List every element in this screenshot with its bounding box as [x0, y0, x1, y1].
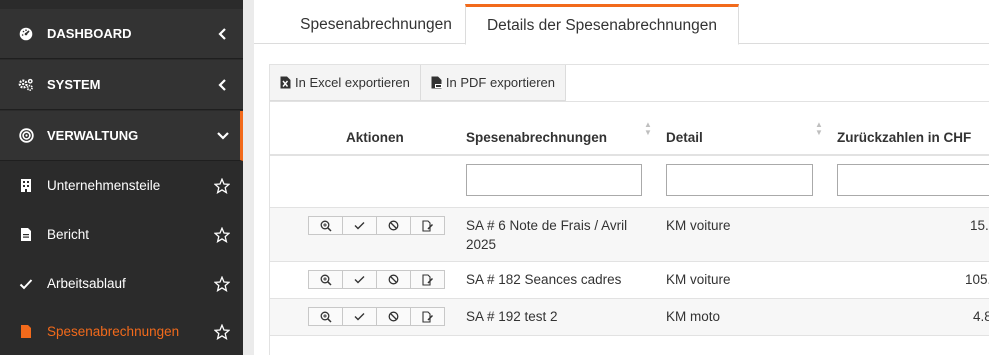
row-actions — [308, 270, 445, 289]
main-content: Spesenabrechnungen Details der Spesenabr… — [243, 0, 989, 355]
check-icon[interactable] — [342, 307, 377, 326]
sidebar-item-label: SYSTEM — [47, 77, 101, 92]
export-pdf-label: In PDF exportieren — [445, 75, 556, 90]
star-icon[interactable] — [214, 177, 230, 194]
sort-icon[interactable]: ▲ ▼ — [814, 121, 824, 137]
table-header: Aktionen Spesenabrechnungen ▲ ▼ Detail ▲ ▼… — [270, 101, 989, 156]
sidebar-item-arbeitsablauf[interactable]: Arbeitsablauf — [0, 259, 243, 309]
table-row: SA # 6 Note de Frais / Avril 2025 KM voi… — [270, 208, 989, 262]
export-pdf-button[interactable]: In PDF exportieren — [420, 65, 567, 101]
filter-row — [270, 156, 989, 208]
sidebar: DASHBOARD SYSTEM VERWALTUNG Unternehmens… — [0, 0, 243, 355]
sidebar-item-label: Spesenabrechnungen — [47, 324, 180, 339]
report-cell: SA # 6 Note de Frais / Avril 2025 — [466, 218, 628, 252]
sidebar-item-bericht[interactable]: Bericht — [0, 210, 243, 260]
detail-cell: KM voiture — [666, 272, 731, 287]
sidebar-item-verwaltung[interactable]: VERWALTUNG — [0, 111, 243, 161]
ban-icon[interactable] — [376, 307, 411, 326]
edit-document-icon[interactable] — [410, 270, 445, 289]
sidebar-item-label: Unternehmensteile — [47, 178, 161, 193]
table-row: SA # 182 Seances cadres KM voiture 105.0 — [270, 262, 989, 299]
gears-icon — [18, 77, 34, 93]
excel-file-icon — [280, 76, 291, 89]
row-actions — [308, 216, 445, 235]
check-icon[interactable] — [342, 216, 377, 235]
sidebar-item-label: Bericht — [47, 227, 90, 242]
data-table: In Excel exportieren In PDF exportieren … — [269, 64, 989, 355]
column-header-detail[interactable]: Detail — [666, 130, 703, 145]
check-icon — [18, 276, 34, 292]
filter-spesenabrechnungen-input[interactable] — [466, 164, 642, 196]
edit-document-icon[interactable] — [410, 307, 445, 326]
document-icon — [18, 227, 34, 243]
amount-cell: 15.4 — [970, 218, 989, 233]
ban-icon[interactable] — [376, 270, 411, 289]
star-icon[interactable] — [214, 226, 230, 243]
detail-cell: KM moto — [666, 309, 721, 324]
content-panel: Spesenabrechnungen Details der Spesenabr… — [254, 0, 989, 355]
zoom-in-icon[interactable] — [308, 270, 343, 289]
sort-icon[interactable]: ▲ ▼ — [643, 121, 653, 137]
star-icon[interactable] — [214, 275, 230, 292]
detail-cell: KM voiture — [666, 218, 731, 233]
target-icon — [18, 128, 34, 144]
sidebar-item-system[interactable]: SYSTEM — [0, 60, 243, 110]
chevron-down-icon — [215, 128, 231, 144]
export-excel-button[interactable]: In Excel exportieren — [270, 65, 421, 101]
column-header-aktionen: Aktionen — [346, 130, 404, 145]
table-row: SA # 192 test 2 KM moto 4.8 — [270, 299, 989, 336]
report-cell: SA # 182 Seances cadres — [466, 272, 622, 287]
report-cell: SA # 192 test 2 — [466, 309, 558, 324]
amount-cell: 105.0 — [965, 272, 989, 287]
column-header-spesenabrechnungen[interactable]: Spesenabrechnungen — [466, 130, 607, 145]
export-toolbar: In Excel exportieren In PDF exportieren — [270, 65, 567, 101]
zoom-in-icon[interactable] — [308, 307, 343, 326]
edit-document-icon[interactable] — [410, 216, 445, 235]
pdf-file-icon — [431, 76, 442, 89]
sidebar-item-label: Arbeitsablauf — [47, 276, 126, 291]
tab-spesenabrechnungen[interactable]: Spesenabrechnungen — [276, 4, 476, 45]
chevron-left-icon — [215, 77, 231, 93]
star-icon[interactable] — [214, 323, 230, 340]
column-header-zurueckzahlen[interactable]: Zurückzahlen in CHF — [837, 130, 971, 145]
document-icon — [18, 324, 34, 340]
zoom-in-icon[interactable] — [308, 216, 343, 235]
building-icon — [18, 178, 34, 194]
amount-cell: 4.8 — [973, 309, 989, 324]
export-excel-label: In Excel exportieren — [295, 75, 410, 90]
ban-icon[interactable] — [376, 216, 411, 235]
tab-bar: Spesenabrechnungen Details der Spesenabr… — [254, 0, 989, 45]
sidebar-item-spesenabrechnungen[interactable]: Spesenabrechnungen — [0, 308, 243, 355]
row-actions — [308, 307, 445, 326]
sidebar-item-label: VERWALTUNG — [47, 128, 139, 143]
sidebar-item-unternehmensteile[interactable]: Unternehmensteile — [0, 161, 243, 211]
filter-zurueckzahlen-input[interactable] — [837, 164, 989, 196]
sidebar-item-dashboard[interactable]: DASHBOARD — [0, 9, 243, 59]
filter-detail-input[interactable] — [666, 164, 813, 196]
check-icon[interactable] — [342, 270, 377, 289]
tab-details-der-spesenabrechnungen[interactable]: Details der Spesenabrechnungen — [465, 4, 739, 45]
dashboard-icon — [18, 26, 34, 42]
chevron-left-icon — [215, 26, 231, 42]
sidebar-item-label: DASHBOARD — [47, 26, 132, 41]
